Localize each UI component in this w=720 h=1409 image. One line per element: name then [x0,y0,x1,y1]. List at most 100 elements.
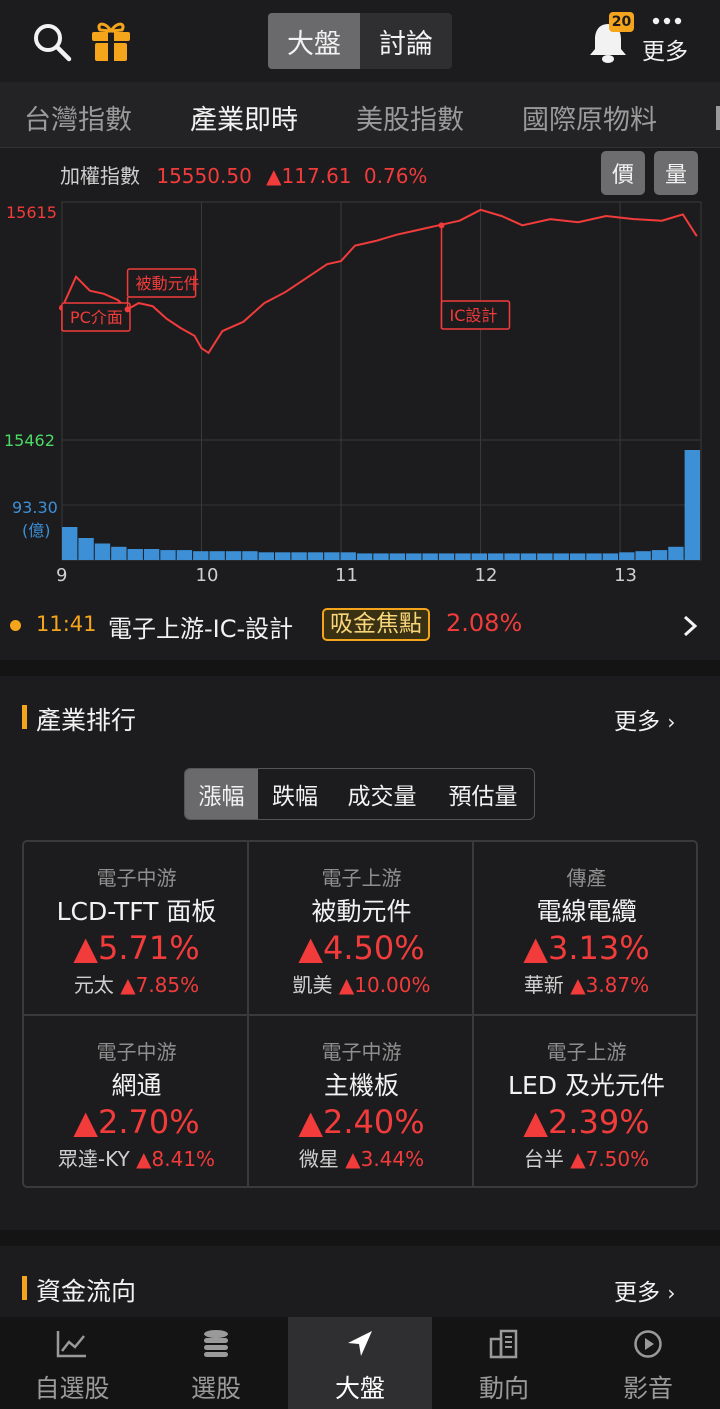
volume-bar [553,553,569,560]
x-tick-label: 11 [335,565,358,586]
tab-industry-live[interactable]: 產業即時 [190,98,298,137]
volume-bar [258,552,274,560]
annotation-point [124,306,131,313]
nav-label: 選股 [190,1374,241,1403]
ticker-time: 11:41 [36,612,97,636]
leader-stock: 微星 [298,1147,339,1171]
leader-stock-pct: ▲3.44% [345,1147,425,1171]
nav-label: 自選股 [34,1374,110,1403]
industry-pct: ▲4.50% [298,929,425,967]
industry-cell[interactable]: 電子中游 主機板 ▲2.40% 微星 ▲3.44% [249,1016,474,1188]
industry-cell[interactable]: 電子上游 LED 及光元件 ▲2.39% 台半 ▲7.50% [474,1016,699,1188]
news-buildings-icon [489,1329,518,1359]
nav-trends[interactable]: 動向 [432,1317,576,1409]
x-tick-label: 13 [614,565,637,586]
chart-frame [61,201,702,561]
trend-chart-icon [56,1331,86,1358]
volume-bar [586,553,602,560]
industry-name: 主機板 [323,1071,399,1100]
filter-gain[interactable]: 漲幅 [185,769,258,819]
annotation-label: PC介面 [70,308,123,327]
ticker-title: 電子上游-IC-設計 [108,615,294,643]
filter-volume[interactable]: 成交量 [332,769,432,819]
leader-stock: 眾達-KY [57,1147,130,1171]
volume-bar [111,546,127,560]
industry-cell[interactable]: 傳產 電線電纜 ▲3.13% 華新 ▲3.87% [474,842,699,1014]
play-circle-icon [634,1330,662,1358]
annotation-label: 被動元件 [136,274,200,293]
volume-bar [504,553,520,560]
volume-bar [651,550,668,560]
more-label[interactable]: 更多 [642,32,688,66]
industry-pct: ▲2.70% [73,1103,200,1141]
volume-bar [668,546,684,560]
tab-commodities[interactable]: 國際原物料 [522,98,657,137]
bottom-nav: 自選股 選股 大盤 動向 影音 [0,1317,720,1409]
leader-stock-pct: ▲10.00% [338,973,431,997]
industry-rank-title: 產業排行 [36,706,137,735]
top-bar: 大盤 討論 20 更多 [0,0,720,82]
x-tick-label: 9 [56,565,68,586]
price-button[interactable]: 價 [601,151,645,195]
industry-category: 電子中游 [96,866,177,890]
more-dots-icon[interactable] [652,16,682,26]
section-accent [22,705,27,729]
industry-name: 網通 [111,1071,162,1100]
index-change: ▲117.61 [266,164,352,188]
volume-bar [537,553,553,560]
volume-bar [356,553,373,560]
industry-cell[interactable]: 電子中游 網通 ▲2.70% 眾達-KY ▲8.41% [24,1016,249,1188]
volume-bar [684,450,700,560]
industry-cell[interactable]: 電子上游 被動元件 ▲4.50% 凱美 ▲10.00% [249,842,474,1014]
segment-discussion[interactable]: 討論 [360,13,452,69]
nav-watchlist[interactable]: 自選股 [0,1317,144,1409]
industry-category: 電子上游 [321,866,402,890]
gift-icon[interactable] [88,18,134,64]
volume-bar [520,553,537,560]
volume-button[interactable]: 量 [654,151,698,195]
volume-bar [307,552,324,560]
nav-stock-picker[interactable]: 選股 [144,1317,288,1409]
index-value: 15550.50 [156,164,252,188]
industry-pct: ▲3.13% [523,929,650,967]
chart-grid [61,201,702,561]
leader-stock: 凱美 [292,973,333,997]
volume-bar [78,538,94,560]
search-icon[interactable] [32,22,72,62]
industry-name: 被動元件 [311,897,412,926]
nav-video[interactable]: 影音 [576,1317,720,1409]
industry-rank-more[interactable]: 更多 › [614,702,675,736]
industry-cell[interactable]: 電子中游 LCD-TFT 面板 ▲5.71% 元太 ▲7.85% [24,842,249,1014]
leader-stock: 元太 [73,973,114,997]
nav-market[interactable]: 大盤 [288,1317,432,1409]
news-ticker[interactable]: 11:41 電子上游-IC-設計 吸金焦點 2.08% [0,603,720,647]
volume-bar [619,552,635,560]
nav-label: 大盤 [334,1374,385,1403]
tab-us-index[interactable]: 美股指數 [356,98,464,137]
volume-bar [438,553,455,560]
annotation-label: IC設計 [449,306,497,325]
chevron-right-icon[interactable] [682,615,698,637]
filter-estimated-volume[interactable]: 預估量 [432,769,534,819]
volume-bar [406,553,422,560]
ticker-tag: 吸金焦點 [322,608,430,641]
filter-loss[interactable]: 跌幅 [258,769,332,819]
segment-market[interactable]: 大盤 [268,13,360,69]
industry-category: 電子中游 [321,1040,402,1064]
industry-category: 電子上游 [546,1040,627,1064]
tab-taiwan-index[interactable]: 台灣指數 [24,98,132,137]
industry-pct: ▲2.40% [298,1103,425,1141]
volume-bar [225,551,242,560]
nav-label: 影音 [622,1374,673,1403]
fund-flow-more-label: 更多 [614,1280,660,1306]
leader-stock-pct: ▲7.50% [570,1147,650,1171]
volume-bar [275,552,291,560]
industry-pct: ▲2.39% [523,1103,650,1141]
fund-flow-more[interactable]: 更多 › [614,1273,675,1307]
index-summary: 加權指數 15550.50 ▲117.61 0.76% [60,160,427,189]
volume-bar [94,543,111,560]
leader-stock-pct: ▲8.41% [136,1147,216,1171]
section-accent [22,1276,27,1300]
industry-name: LED 及光元件 [508,1071,665,1100]
volume-bar [193,551,209,560]
